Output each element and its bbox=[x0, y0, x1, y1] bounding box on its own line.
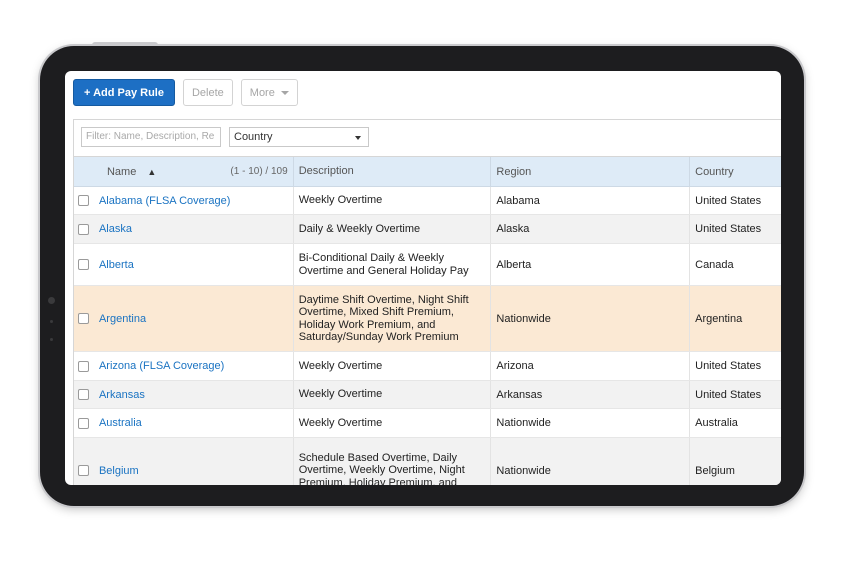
row-region: Alaska bbox=[490, 215, 689, 243]
delete-button[interactable]: Delete bbox=[182, 79, 233, 106]
header-checkbox-cell bbox=[74, 157, 94, 186]
row-description: Weekly Overtime bbox=[292, 381, 491, 408]
row-country: United States bbox=[689, 381, 781, 408]
tablet-camera-icon bbox=[48, 297, 55, 304]
row-region: Arkansas bbox=[490, 381, 689, 408]
row-region: Alabama bbox=[490, 187, 689, 214]
country-select[interactable]: Country bbox=[229, 127, 369, 147]
row-name-link[interactable]: Alaska bbox=[94, 215, 293, 243]
row-name-link[interactable]: Australia bbox=[94, 409, 293, 437]
column-name-label: Name bbox=[106, 165, 137, 178]
tablet-sensor-icon bbox=[50, 338, 53, 341]
row-checkbox[interactable] bbox=[78, 259, 90, 270]
search-input[interactable]: Filter: Name, Description, Re bbox=[81, 127, 221, 147]
column-header-name[interactable]: Name ▲ (1 - 10) / 109 bbox=[94, 157, 293, 186]
more-button-label: More bbox=[249, 86, 275, 99]
row-checkbox[interactable] bbox=[78, 389, 90, 400]
row-checkbox[interactable] bbox=[78, 223, 90, 235]
chevron-down-icon bbox=[280, 90, 289, 95]
row-description: Weekly Overtime bbox=[292, 187, 491, 214]
column-header-country[interactable]: Country bbox=[689, 157, 781, 186]
column-header-description[interactable]: Description bbox=[292, 157, 491, 186]
row-region: Alberta bbox=[490, 244, 689, 285]
table-row-highlighted[interactable]: Argentina Daytime Shift Overtime, Night … bbox=[74, 286, 781, 352]
row-name-link[interactable]: Belgium bbox=[94, 438, 293, 485]
row-checkbox[interactable] bbox=[78, 417, 90, 429]
row-region: Nationwide bbox=[490, 438, 689, 485]
pay-rules-table: Name ▲ (1 - 10) / 109 Description Region… bbox=[73, 157, 781, 485]
row-checkbox[interactable] bbox=[78, 195, 90, 206]
row-country: United States bbox=[689, 215, 781, 243]
app-screen: + Add Pay Rule Delete More Filter: Name,… bbox=[65, 71, 781, 485]
country-select-value: Country bbox=[234, 131, 273, 143]
row-region: Nationwide bbox=[490, 409, 689, 437]
row-description: Daytime Shift Overtime, Night Shift Over… bbox=[292, 286, 491, 351]
row-country: United States bbox=[689, 352, 781, 380]
add-pay-rule-button[interactable]: + Add Pay Rule bbox=[73, 79, 175, 106]
row-region: Nationwide bbox=[490, 286, 689, 351]
sort-ascending-icon: ▲ bbox=[147, 166, 157, 177]
row-checkbox[interactable] bbox=[78, 360, 90, 372]
row-description: Schedule Based Overtime, Daily Overtime,… bbox=[292, 438, 491, 485]
table-header: Name ▲ (1 - 10) / 109 Description Region… bbox=[74, 157, 781, 187]
pagination-count: (1 - 10) / 109 bbox=[230, 166, 288, 177]
filter-bar: Filter: Name, Description, Re Country bbox=[73, 119, 781, 157]
table-row[interactable]: Alabama (FLSA Coverage) Weekly Overtime … bbox=[74, 187, 781, 215]
row-name-link[interactable]: Alabama (FLSA Coverage) bbox=[94, 187, 293, 214]
row-name-link[interactable]: Arizona (FLSA Coverage) bbox=[94, 352, 293, 380]
row-name-link[interactable]: Arkansas bbox=[94, 381, 293, 408]
row-checkbox[interactable] bbox=[78, 313, 90, 324]
chevron-down-icon bbox=[355, 136, 361, 140]
row-description: Weekly Overtime bbox=[292, 409, 491, 437]
row-description: Daily & Weekly Overtime bbox=[292, 215, 491, 243]
table-row[interactable]: Australia Weekly Overtime Nationwide Aus… bbox=[74, 409, 781, 438]
row-region: Arizona bbox=[490, 352, 689, 380]
table-row[interactable]: Arizona (FLSA Coverage) Weekly Overtime … bbox=[74, 352, 781, 381]
row-country: Belgium bbox=[689, 438, 781, 485]
more-button[interactable]: More bbox=[240, 79, 298, 106]
toolbar: + Add Pay Rule Delete More bbox=[73, 79, 298, 107]
tablet-sensor-icon bbox=[50, 320, 53, 323]
table-row[interactable]: Arkansas Weekly Overtime Arkansas United… bbox=[74, 381, 781, 409]
row-country: Canada bbox=[689, 244, 781, 285]
row-name-link[interactable]: Argentina bbox=[94, 286, 293, 351]
row-country: Australia bbox=[689, 409, 781, 437]
table-row[interactable]: Alaska Daily & Weekly Overtime Alaska Un… bbox=[74, 215, 781, 244]
row-description: Weekly Overtime bbox=[292, 352, 491, 380]
row-name-link[interactable]: Alberta bbox=[94, 244, 293, 285]
table-row[interactable]: Alberta Bi-Conditional Daily & Weekly Ov… bbox=[74, 244, 781, 286]
row-description: Bi-Conditional Daily & Weekly Overtime a… bbox=[292, 244, 491, 285]
row-checkbox[interactable] bbox=[78, 465, 90, 476]
column-header-region[interactable]: Region bbox=[490, 157, 689, 186]
table-row[interactable]: Belgium Schedule Based Overtime, Daily O… bbox=[74, 438, 781, 485]
row-country: United States bbox=[689, 187, 781, 214]
row-country: Argentina bbox=[689, 286, 781, 351]
